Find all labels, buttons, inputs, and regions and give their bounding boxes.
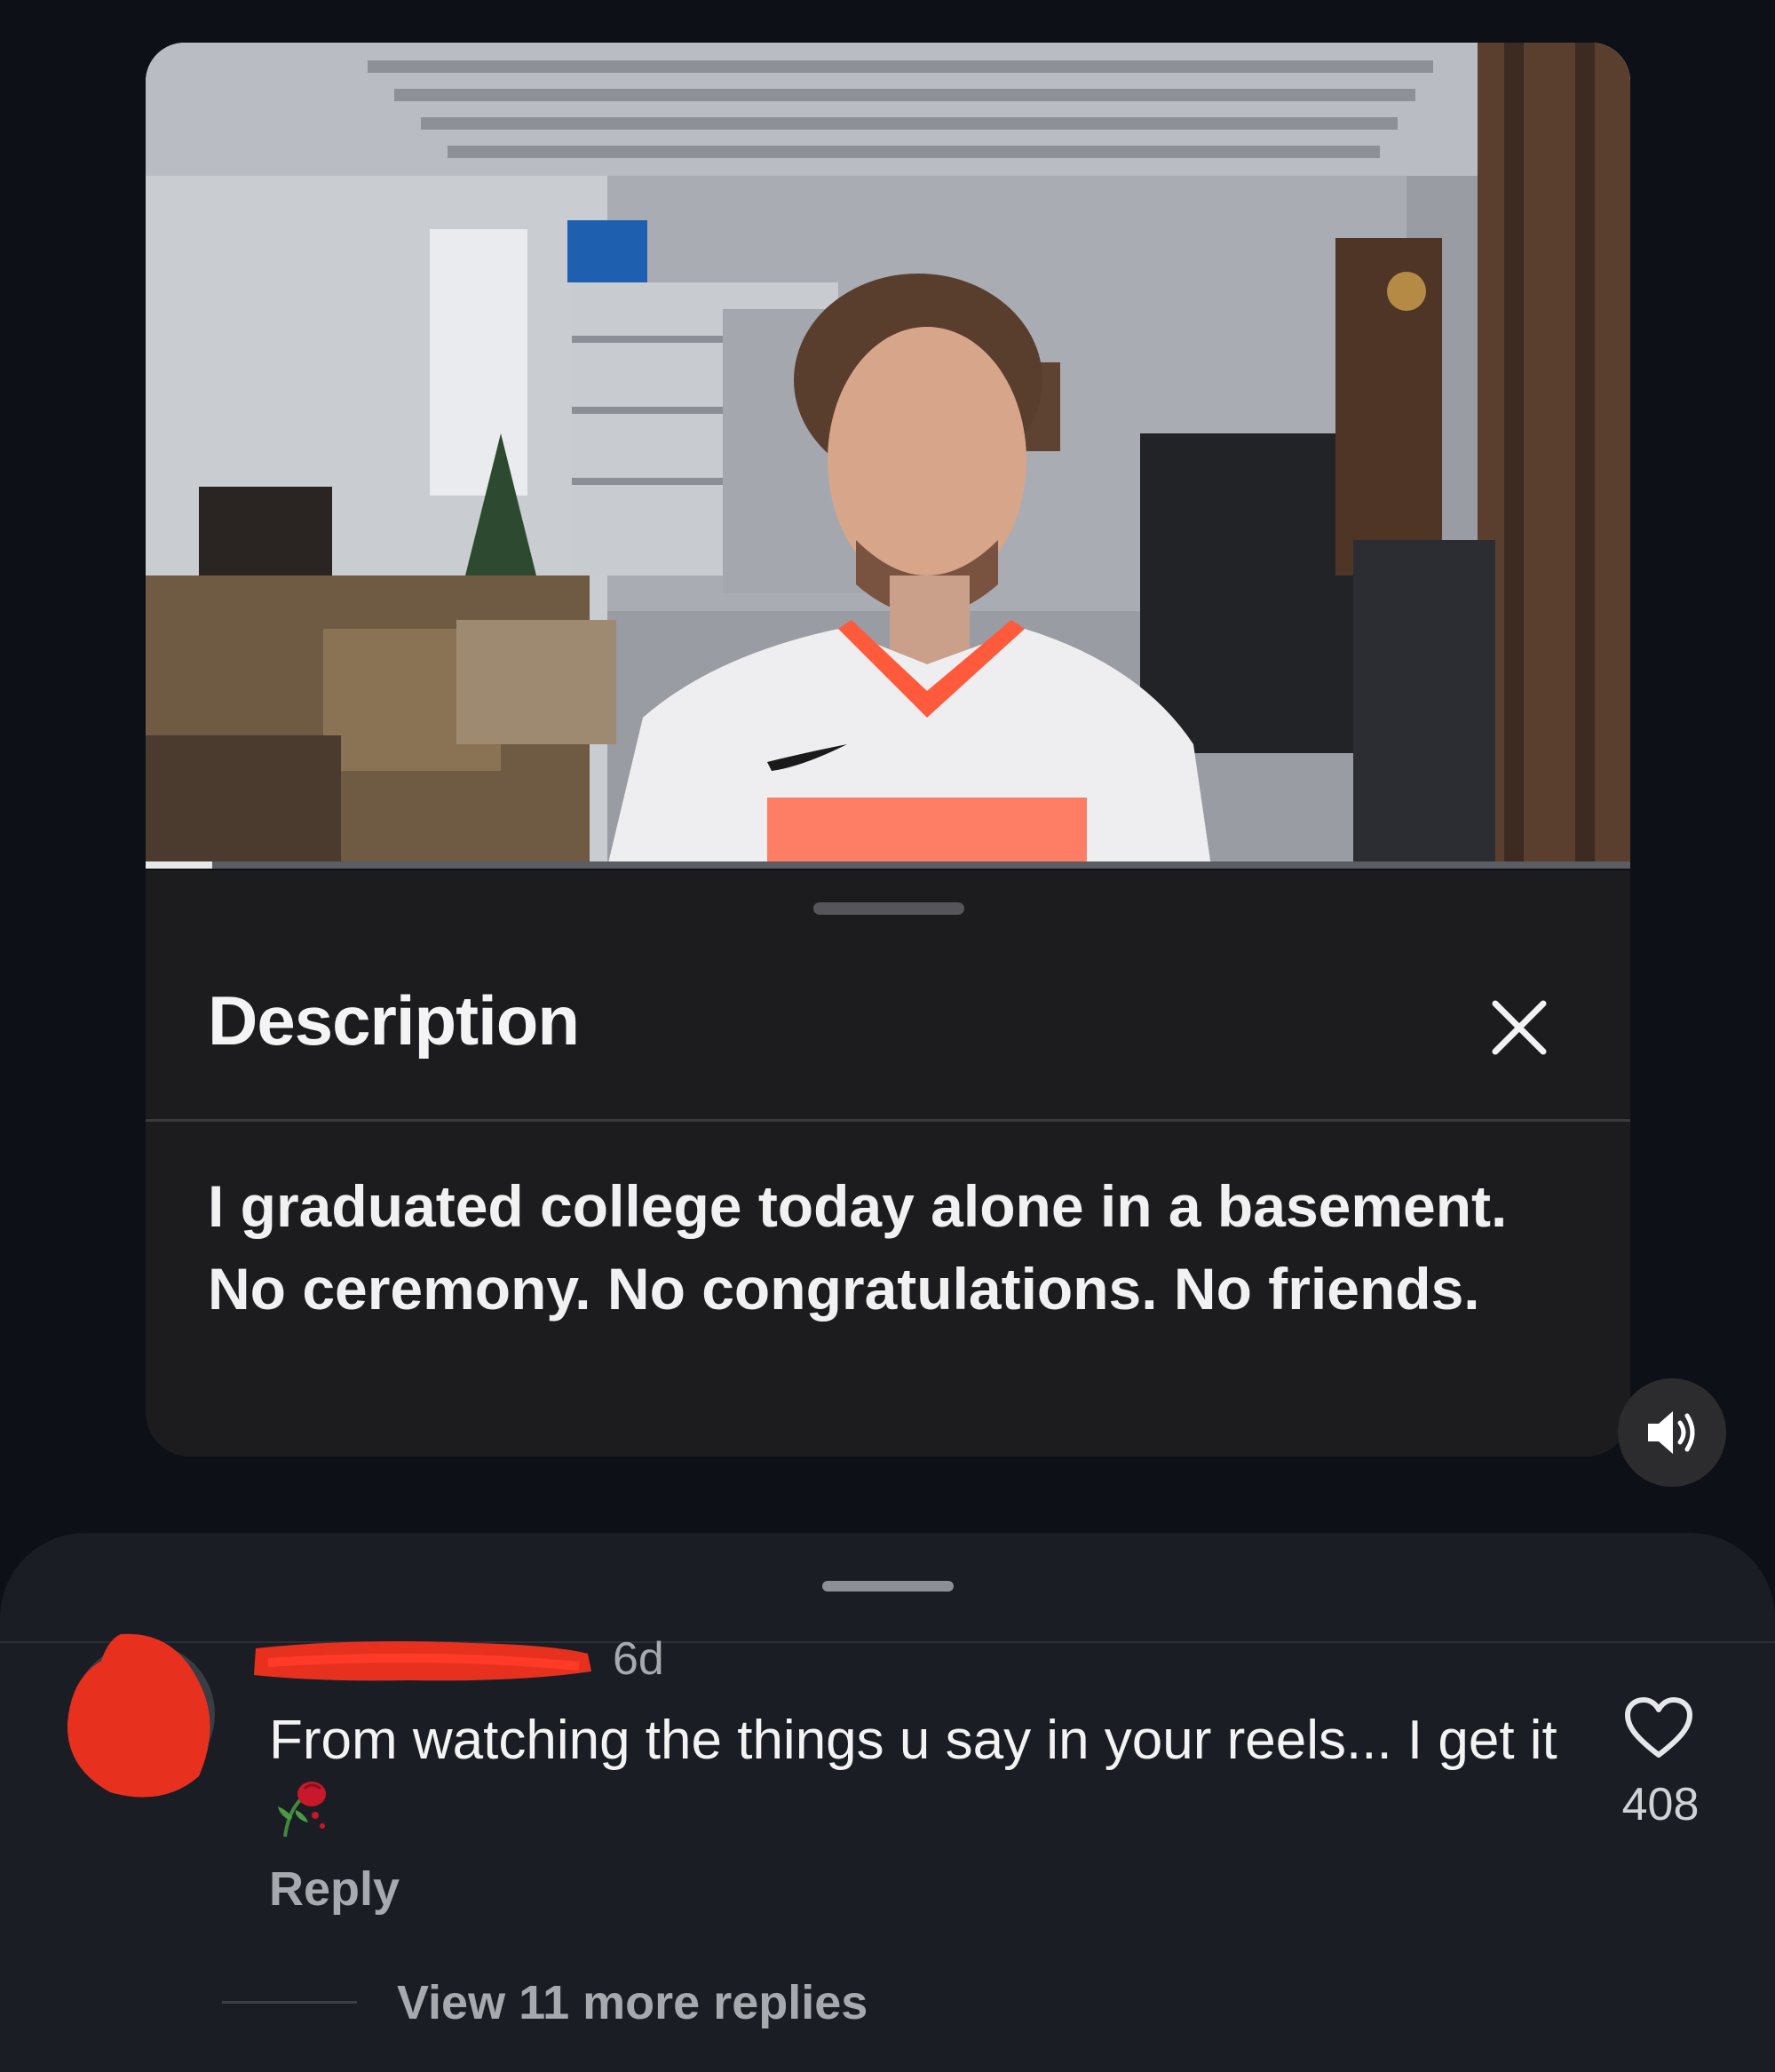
- video-frame-image: [146, 43, 1630, 867]
- volume-button[interactable]: [1618, 1378, 1726, 1487]
- username-redacted[interactable]: [250, 1631, 606, 1693]
- close-icon[interactable]: [1486, 995, 1552, 1060]
- description-sheet: Description I graduated college today al…: [146, 870, 1630, 1457]
- sheet-divider: [146, 1119, 1630, 1122]
- replies-connector-line: [222, 2001, 357, 2004]
- description-text: I graduated college today alone in a bas…: [208, 1173, 1508, 1322]
- comment-timestamp: 6d: [613, 1633, 664, 1685]
- view-more-replies-button[interactable]: View 11 more replies: [397, 1975, 868, 2030]
- sheet-drag-handle[interactable]: [813, 902, 964, 915]
- comment-body: From watching the things u say in your r…: [269, 1707, 1583, 1844]
- reply-button[interactable]: Reply: [269, 1862, 400, 1917]
- video-progress-fill: [146, 861, 213, 869]
- avatar[interactable]: [66, 1625, 222, 1803]
- volume-icon: [1648, 1411, 1695, 1454]
- video-progress-bar[interactable]: [146, 861, 1630, 869]
- comment-text: From watching the things u say in your r…: [269, 1710, 1557, 1771]
- sheet-title: Description: [208, 981, 580, 1060]
- like-count: 408: [1621, 1779, 1700, 1830]
- wilted-rose-icon: [273, 1774, 331, 1840]
- video-player[interactable]: [146, 43, 1630, 867]
- heart-icon[interactable]: [1623, 1696, 1694, 1760]
- comments-drag-handle[interactable]: [822, 1581, 954, 1592]
- comments-sheet: 6d From watching the things u say in you…: [0, 1533, 1775, 2072]
